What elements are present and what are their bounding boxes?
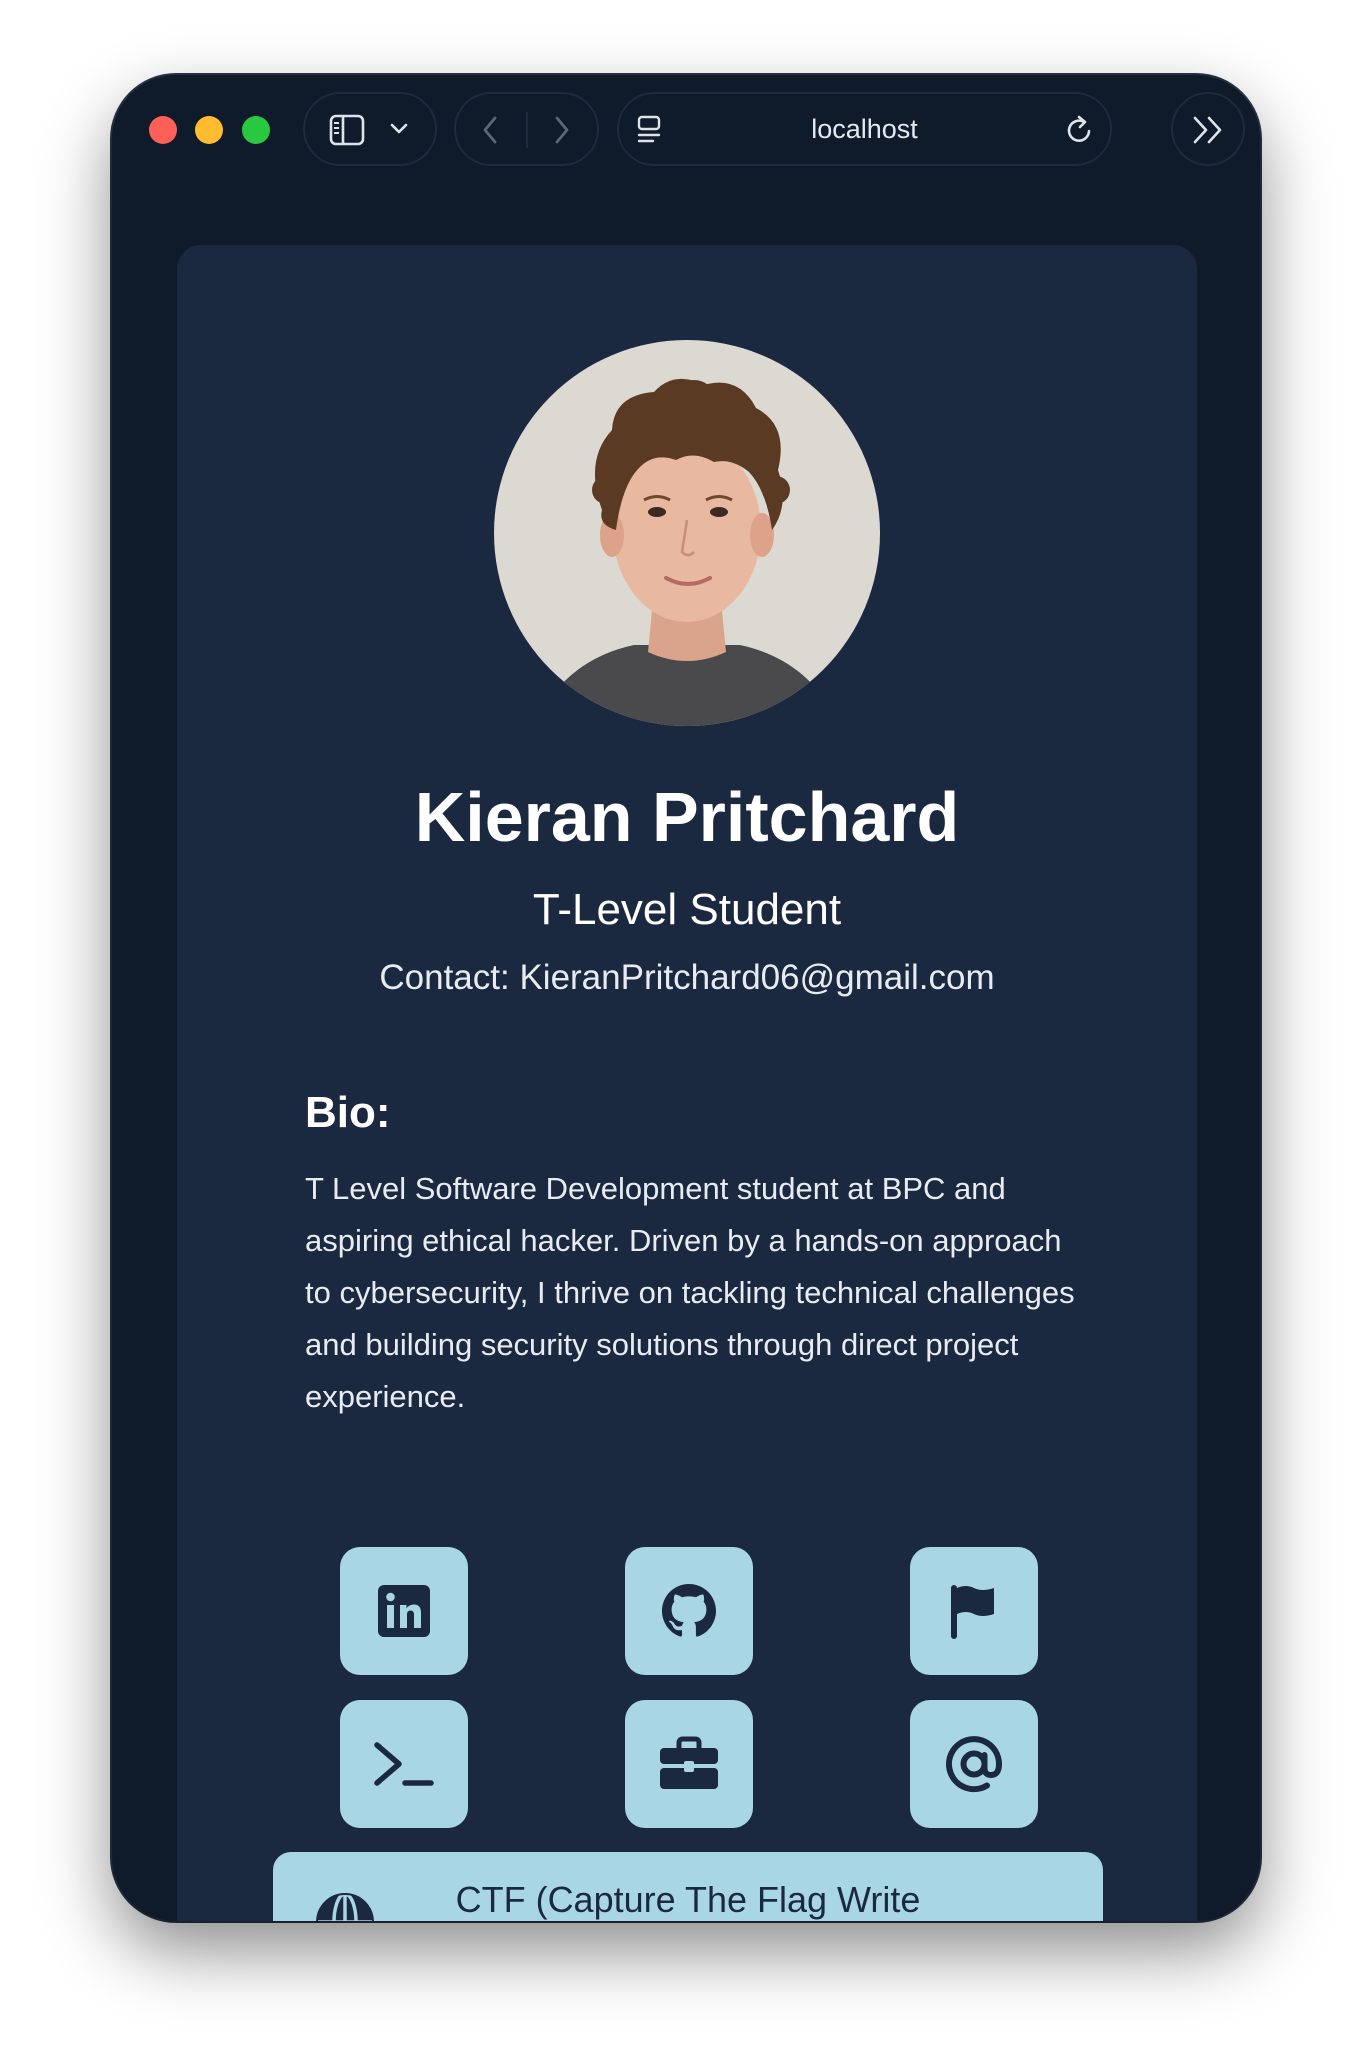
sidebar-icon[interactable]	[329, 114, 365, 146]
more-tabs-button[interactable]	[1171, 92, 1245, 166]
terminal-icon	[374, 1742, 434, 1786]
briefcase-icon	[660, 1736, 718, 1789]
linkedin-button[interactable]	[340, 1547, 468, 1675]
minimize-window-button[interactable]	[195, 116, 223, 144]
profile-photo	[494, 340, 880, 726]
browser-window: localhost Kieran Pritchard T-Level Stude…	[112, 75, 1260, 1921]
globe-icon	[316, 1892, 374, 1921]
sidebar-toggle-group	[303, 92, 437, 166]
bio-text: T Level Software Development student at …	[305, 1171, 1075, 1414]
linkedin-icon	[378, 1585, 430, 1637]
reload-icon[interactable]	[1065, 114, 1095, 146]
double-chevron-right-icon	[1193, 116, 1222, 144]
ctf-writeups-button[interactable]: CTF (Capture The Flag Write Ups)	[273, 1852, 1103, 1921]
chevron-down-icon[interactable]	[389, 121, 409, 137]
profile-contact: Contact: KieranPritchard06@gmail.com	[379, 958, 995, 997]
zoom-window-button[interactable]	[242, 116, 270, 144]
flag-icon	[951, 1585, 994, 1639]
url-text: localhost	[811, 113, 918, 144]
terminal-button[interactable]	[340, 1700, 468, 1828]
ctf-writeups-label: CTF (Capture The Flag Write Ups)	[455, 1879, 921, 1920]
email-button[interactable]	[910, 1700, 1038, 1828]
chevron-right-icon[interactable]	[552, 114, 572, 146]
github-button[interactable]	[625, 1547, 753, 1675]
address-bar[interactable]: localhost	[617, 92, 1112, 166]
title-bar: localhost	[112, 75, 1260, 205]
at-sign-icon	[946, 1736, 1003, 1793]
close-window-button[interactable]	[149, 116, 177, 144]
github-icon	[662, 1584, 716, 1637]
profile-card: Kieran Pritchard T-Level Student Contact…	[177, 245, 1197, 1921]
avatar	[494, 340, 880, 726]
ctf-flag-button[interactable]	[910, 1547, 1038, 1675]
portfolio-button[interactable]	[625, 1700, 753, 1828]
bio-heading: Bio:	[305, 1088, 391, 1137]
nav-divider	[526, 112, 528, 148]
profile-role: T-Level Student	[532, 885, 842, 934]
chevron-left-icon[interactable]	[480, 114, 500, 146]
navigation-group	[454, 92, 599, 166]
profile-name: Kieran Pritchard	[414, 778, 960, 856]
